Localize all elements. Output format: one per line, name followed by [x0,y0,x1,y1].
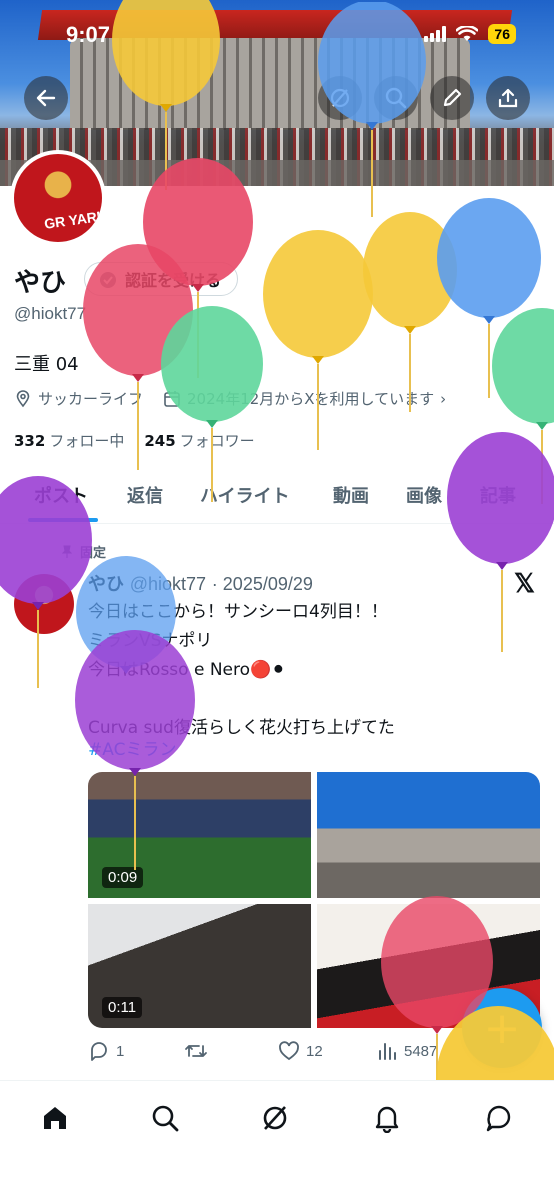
post-author-avatar[interactable] [14,574,74,634]
nav-messages[interactable] [482,1101,516,1135]
profile-stats: 332 フォロー中 245 フォロワー [14,430,255,451]
media-video-1[interactable]: 0:09 [88,772,311,898]
following-link[interactable]: 332 フォロー中 [14,430,124,451]
calendar-icon [164,390,180,407]
profile-tabs: ポスト 返信 ハイライト 動画 画像 記事 [0,470,554,524]
profile-name: やひ [14,268,67,298]
profile-meta: サッカーライフ 2024年12月からXを利用しています › [14,388,446,409]
active-tab-indicator [28,518,98,522]
like-count: 12 [306,1042,323,1060]
view-count: 5487 [404,1042,438,1060]
reply-count: 1 [116,1042,125,1060]
wifi-icon [456,26,479,41]
nav-grok[interactable] [258,1101,292,1135]
tab-posts[interactable]: ポスト [34,482,88,508]
grok-icon [263,1106,287,1130]
followers-count: 245 [144,432,176,450]
nav-search[interactable] [148,1101,182,1135]
media-photo-1[interactable] [317,772,540,898]
share-icon [498,88,518,108]
post-author-handle[interactable]: @hiokt77 [130,574,206,594]
repost-icon [185,1045,207,1057]
repost-button[interactable] [184,1040,208,1062]
post-media-grid: 0:09 0:11 [88,772,540,1028]
like-button[interactable]: 12 [278,1040,323,1062]
balloon-blue [437,198,541,398]
following-count: 332 [14,432,46,450]
profile-bio: 三重 04 [14,354,79,375]
grok-button[interactable] [318,76,362,120]
followers-label: フォロワー [179,432,255,450]
tab-media[interactable]: 画像 [406,482,442,508]
views-icon [379,1043,396,1060]
heart-icon [279,1041,299,1061]
location-icon [16,389,30,407]
search-button[interactable] [374,76,418,120]
pin-icon [61,545,73,558]
following-label: フォロー中 [49,432,125,450]
video-duration: 0:09 [102,867,144,888]
profile-handle: @hiokt77 [14,304,87,323]
post-author-name[interactable]: やひ [88,574,124,595]
profile-category: サッカーライフ [38,390,144,408]
messages-icon [486,1105,511,1132]
views-button[interactable]: 5487 [376,1040,437,1062]
post-date: · 2025/09/29 [211,574,313,594]
home-icon [44,1107,66,1129]
nav-notifications[interactable] [370,1101,404,1135]
x-logo-icon: 𝕏 [514,568,535,598]
post-hashtag[interactable]: #ACミラン [88,735,176,760]
tab-replies[interactable]: 返信 [127,482,163,508]
status-icons: 76 [424,24,516,44]
media-video-2[interactable]: 0:11 [88,904,311,1028]
profile-joined: 2024年12月からXを利用しています [187,390,435,408]
post-header: やひ @hiokt77 · 2025/09/29 [88,570,313,596]
back-arrow-icon [36,89,56,107]
followers-link[interactable]: 245 フォロワー [144,430,254,451]
plus-icon: + [483,1002,521,1054]
grok-icon [330,88,350,108]
avatar-jersey-print: GR YARI [43,208,102,232]
video-duration: 0:11 [102,997,143,1018]
verified-badge-icon [100,272,116,288]
reply-icon [91,1042,107,1061]
edit-button[interactable] [430,76,474,120]
profile-avatar[interactable]: GR YARI [10,150,106,246]
tab-videos[interactable]: 動画 [333,482,369,508]
balloon-yellow [263,230,373,450]
status-time: 9:07 [66,22,111,47]
pinned-label: 固定 [80,546,107,561]
search-icon [385,87,407,109]
chevron-right-icon[interactable]: › [440,390,446,408]
back-button[interactable] [24,76,68,120]
status-bar: 9:07 76 [0,0,554,70]
balloon-yellow [363,212,457,412]
compose-post-button[interactable]: + [462,988,542,1068]
nav-home[interactable] [38,1101,72,1135]
tab-articles[interactable]: 記事 [480,482,516,508]
search-icon [152,1105,179,1132]
edit-icon [443,88,462,107]
cellular-signal-icon [424,26,447,42]
share-button[interactable] [486,76,530,120]
tab-highlights[interactable]: ハイライト [200,482,290,508]
notifications-icon [375,1106,399,1133]
post-text: 今日はここから！サンシーロ4列目！！ ミランVSナポリ 今日はRosso e N… [88,602,395,738]
get-verified-label: 認証を受ける [125,271,222,290]
get-verified-button[interactable]: 認証を受ける [84,262,239,296]
battery-indicator: 76 [488,24,516,44]
reply-button[interactable]: 1 [88,1040,124,1062]
pinned-indicator: 固定 [60,542,106,561]
bottom-navigation [0,1080,554,1199]
